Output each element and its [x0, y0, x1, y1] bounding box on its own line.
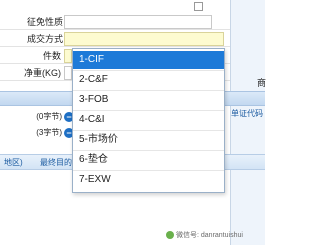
sub-row-1: (0字节) − [0, 110, 80, 124]
byte-count-1: (0字节) [36, 112, 62, 121]
dropdown-option[interactable]: 3-FOB [73, 90, 224, 108]
sub-row-2: (3字节) − [0, 126, 80, 140]
dropdown-option[interactable]: 5-市场价 [73, 130, 224, 148]
top-checkbox[interactable] [194, 2, 203, 11]
side-text: 商 [257, 78, 267, 88]
watermark: 微信号: danrantuishui [166, 231, 243, 241]
doc-code-header: 单证代码 [231, 109, 263, 118]
form-row-origin: 征免性质 [0, 14, 265, 30]
form-row-deal: 成交方式 [0, 31, 265, 47]
watermark-text: 微信号: danrantuishui [176, 232, 243, 239]
dropdown-option[interactable]: 4-C&I [73, 110, 224, 128]
net-weight-field[interactable] [64, 66, 72, 80]
net-weight-label: 净重(KG) [24, 68, 61, 78]
pieces-label: 件数 [42, 51, 61, 61]
pieces-field[interactable] [64, 49, 72, 63]
deal-method-dropdown[interactable]: 1-CIF 2-C&F 3-FOB 4-C&I 5-市场价 6-垫仓 7-EXW [72, 48, 225, 193]
wechat-icon [166, 231, 174, 240]
dropdown-option[interactable]: 7-EXW [73, 170, 224, 188]
region-column-header: 地区) [4, 158, 23, 167]
origin-label: 征免性质 [27, 17, 64, 27]
deal-label: 成交方式 [27, 34, 64, 44]
right-panel: 商 增 删除 单证代码 [230, 0, 267, 245]
dropdown-option[interactable]: 1-CIF [73, 51, 224, 69]
deal-method-field[interactable] [64, 32, 224, 46]
byte-count-2: (3字节) [36, 128, 62, 137]
origin-field[interactable] [64, 15, 212, 29]
dropdown-option[interactable]: 2-C&F [73, 70, 224, 88]
dropdown-option[interactable]: 6-垫仓 [73, 150, 224, 168]
